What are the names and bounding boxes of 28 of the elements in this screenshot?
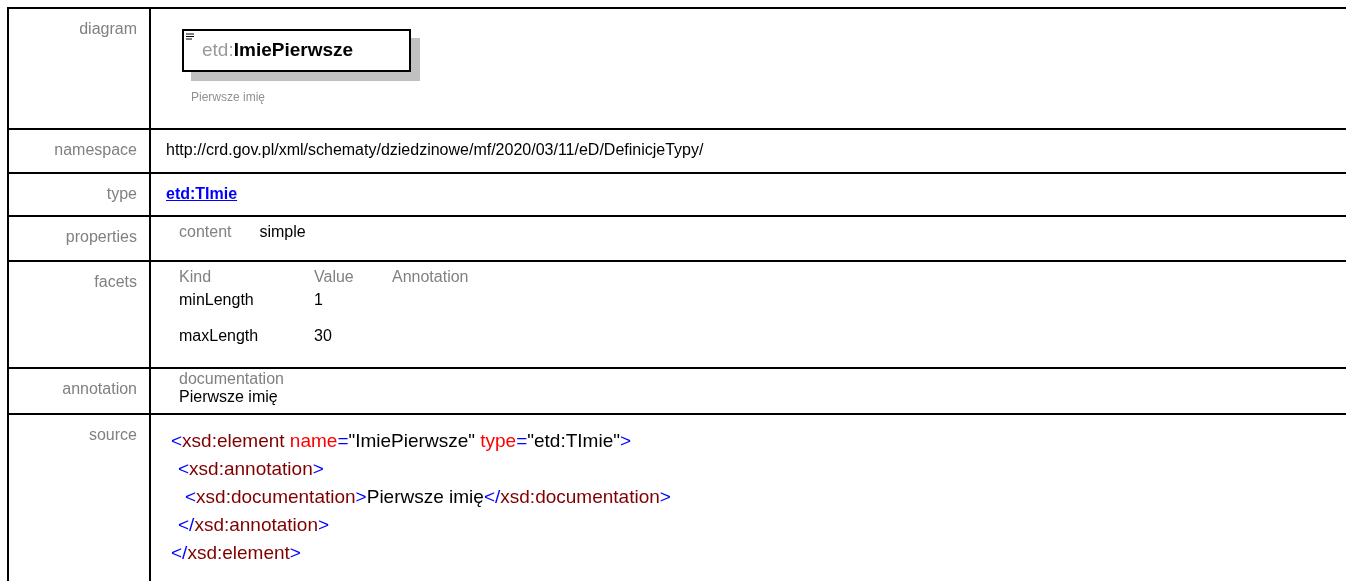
row-label: type	[106, 185, 137, 202]
row-label: namespace	[54, 141, 137, 158]
row-label: facets	[94, 273, 137, 290]
facet-value: 1	[314, 290, 324, 310]
row-label: annotation	[62, 380, 137, 397]
code-line: <xsd:element name="ImiePierwsze" type="etd:TImie">	[171, 430, 632, 451]
code-line: </xsd:annotation>	[178, 514, 330, 535]
column-header: Value	[314, 267, 355, 287]
element-caption: Pierwsze imię	[191, 90, 265, 104]
row-label: source	[88, 426, 137, 443]
code-line: <xsd:annotation>	[178, 458, 324, 479]
annotation-heading: documentation	[179, 370, 285, 388]
annotation-text: Pierwsze imię	[179, 388, 279, 406]
facet-value: 30	[314, 326, 333, 346]
element-name: etd:ImiePierwsze	[201, 38, 354, 63]
facet-kind: maxLength	[179, 326, 260, 346]
row-label: diagram	[79, 20, 137, 37]
property-key: content	[179, 220, 232, 244]
row-label: properties	[65, 228, 137, 245]
property-value: simple	[259, 222, 306, 242]
code-line: <xsd:documentation>Pierwsze imię</xsd:documentation>	[185, 486, 671, 507]
column-header: Kind	[179, 267, 213, 287]
column-header: Annotation	[392, 267, 469, 287]
facet-kind: minLength	[179, 290, 255, 310]
namespace-value: http://crd.gov.pl/xml/schematy/dziedzinowe/mf/2020/03/11/eD/DefinicjeTypy/	[166, 141, 704, 158]
type-link[interactable]: etd:TImie	[166, 185, 238, 202]
code-line: </xsd:element>	[171, 542, 301, 563]
list-icon	[186, 33, 194, 40]
